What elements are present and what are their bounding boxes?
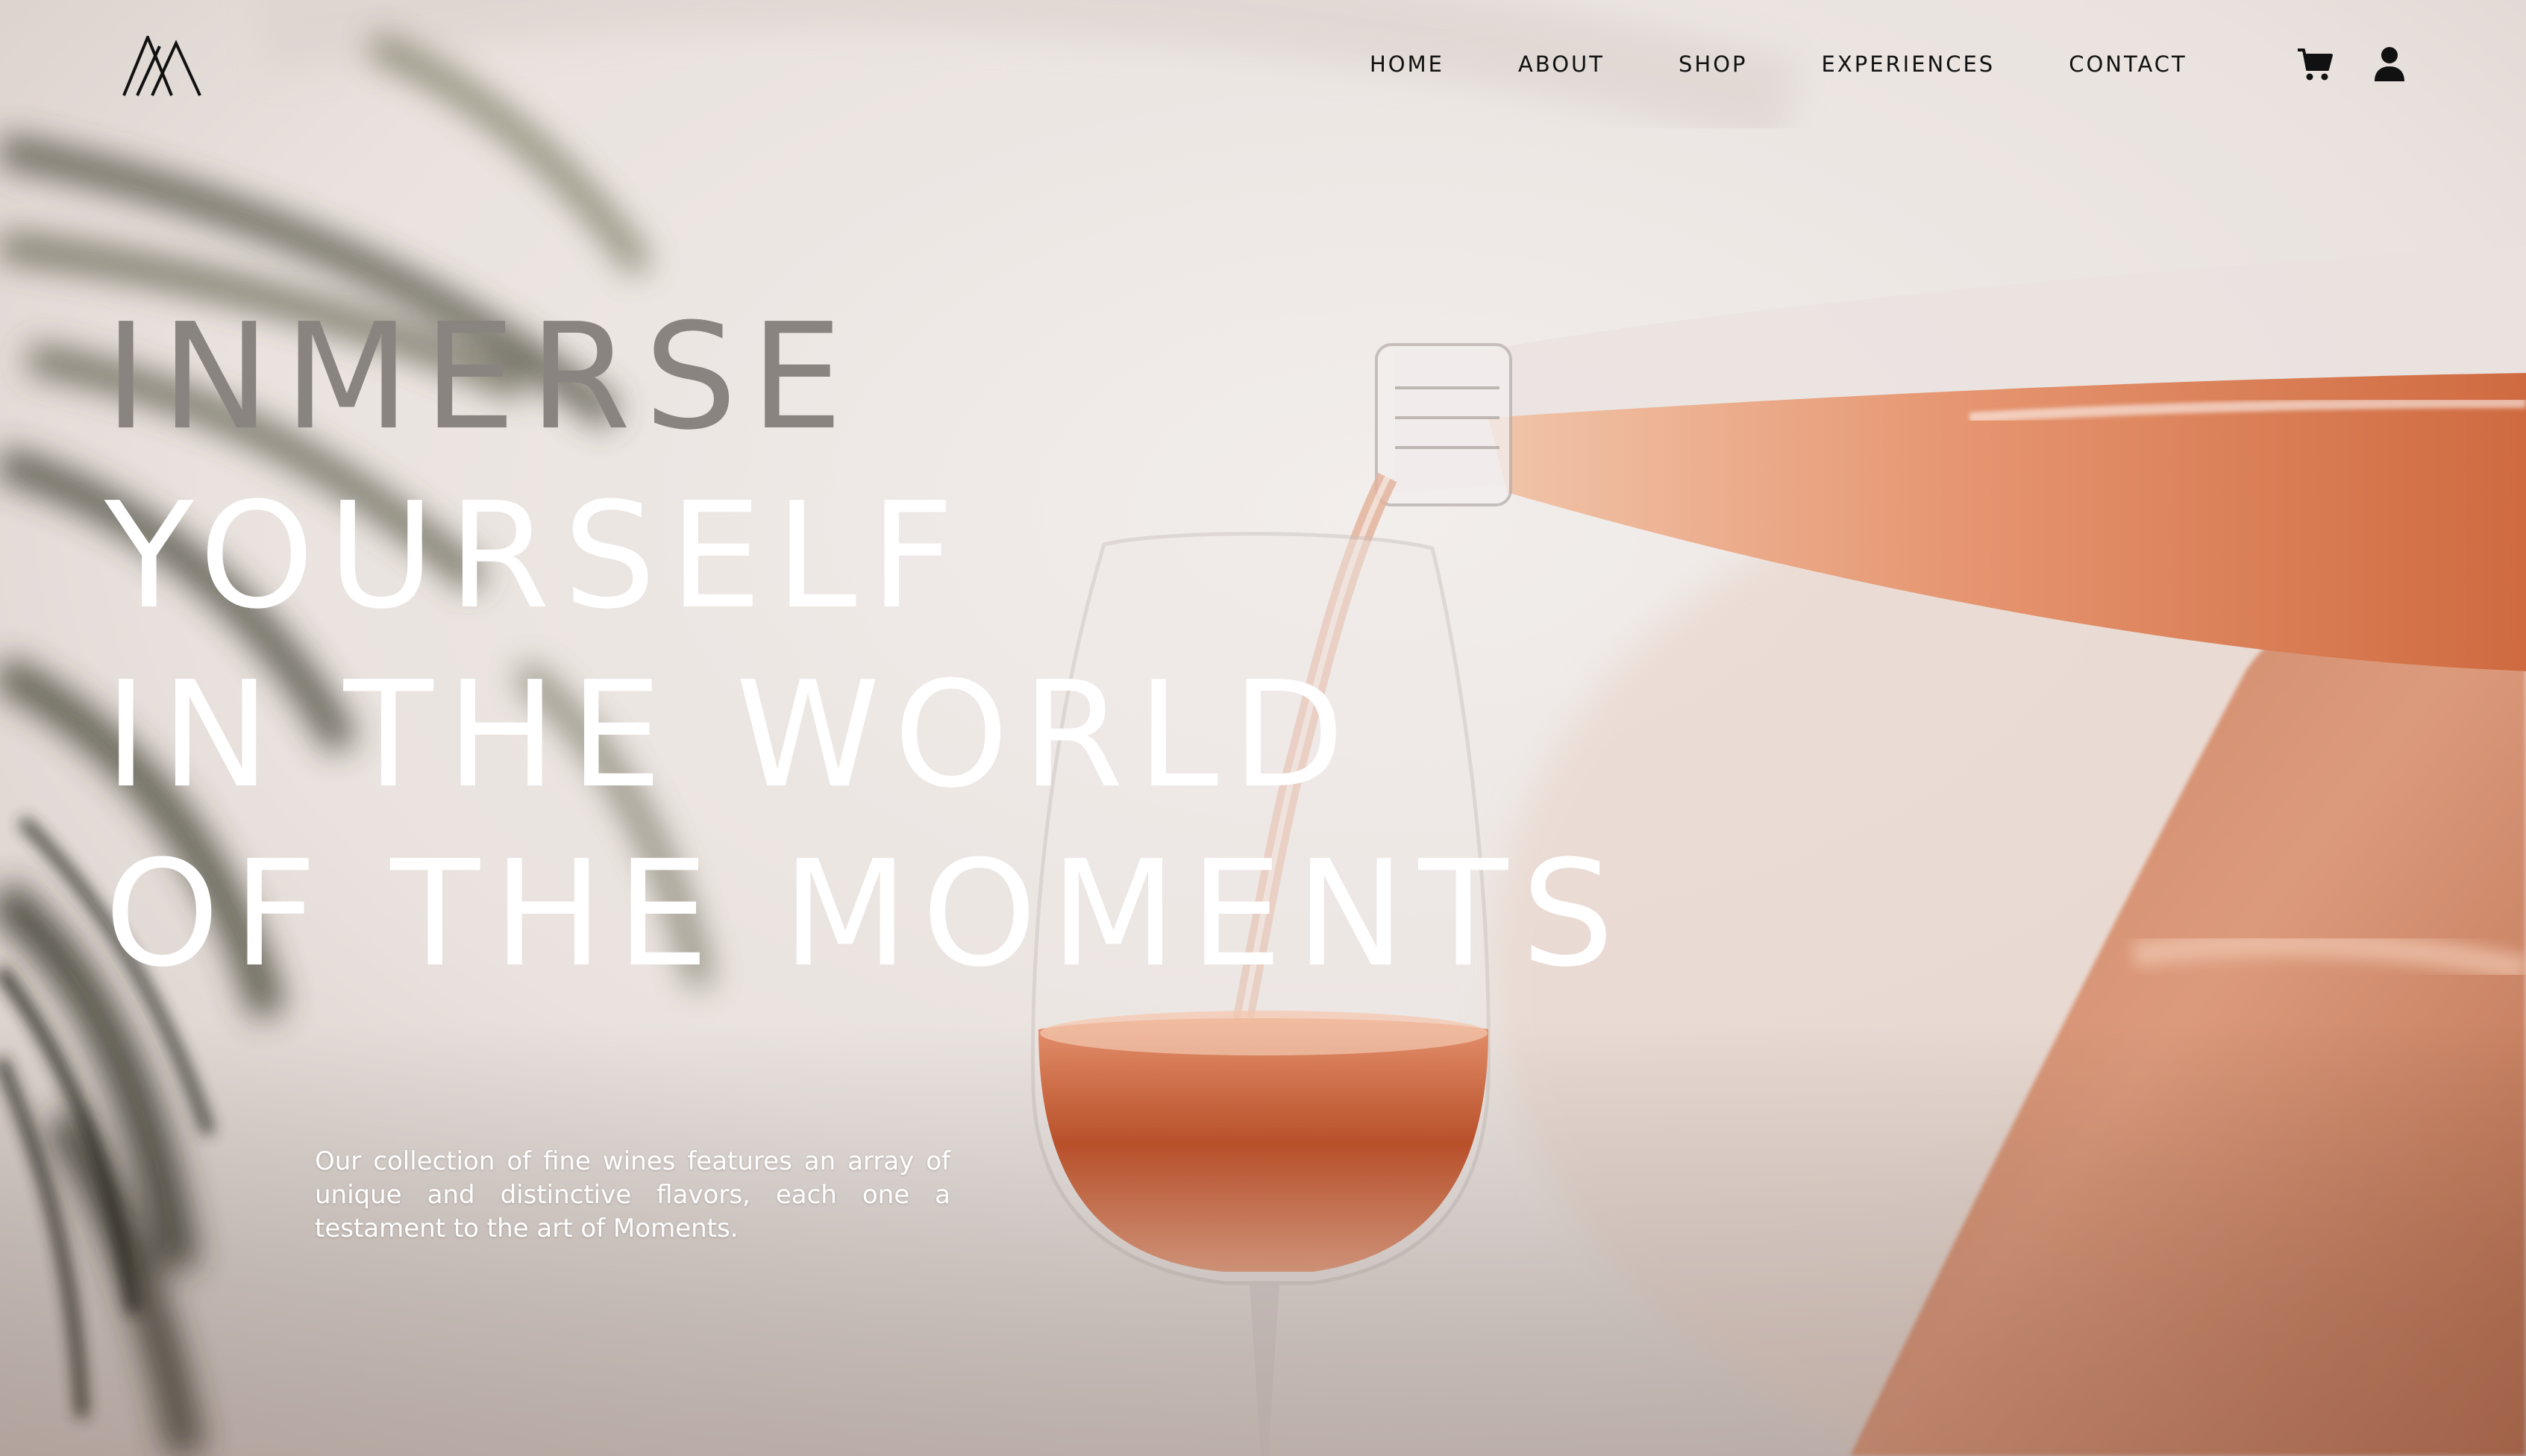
headline-line-1: INMERSE (104, 292, 856, 462)
main-nav: HOME ABOUT SHOP EXPERIENCES CONTACT (1370, 49, 2187, 79)
headline-line-2: YOURSELF (104, 471, 968, 641)
nav-link-shop[interactable]: SHOP (1679, 51, 1748, 77)
user-icon[interactable] (2369, 44, 2410, 84)
hero-headline: INMERSE YOURSELF IN THE WORLD OF THE MOM… (104, 288, 1628, 1004)
hero-section: HOME ABOUT SHOP EXPERIENCES CONTACT INME… (0, 0, 2526, 1456)
double-peak-logo-icon[interactable] (122, 36, 203, 97)
headline-line-3: IN THE WORLD (104, 650, 1358, 820)
hero-intro-text: Our collection of fine wines features an… (315, 1146, 950, 1243)
nav-link-home[interactable]: HOME (1370, 51, 1444, 77)
nav-link-contact[interactable]: CONTACT (2069, 51, 2187, 77)
nav-link-experiences[interactable]: EXPERIENCES (1822, 51, 1996, 77)
site-header: HOME ABOUT SHOP EXPERIENCES CONTACT (0, 0, 2526, 134)
header-icons (2295, 43, 2410, 85)
nav-link-about[interactable]: ABOUT (1518, 51, 1605, 77)
headline-line-4: OF THE MOMENTS (104, 829, 1628, 1000)
cart-icon[interactable] (2295, 44, 2335, 84)
